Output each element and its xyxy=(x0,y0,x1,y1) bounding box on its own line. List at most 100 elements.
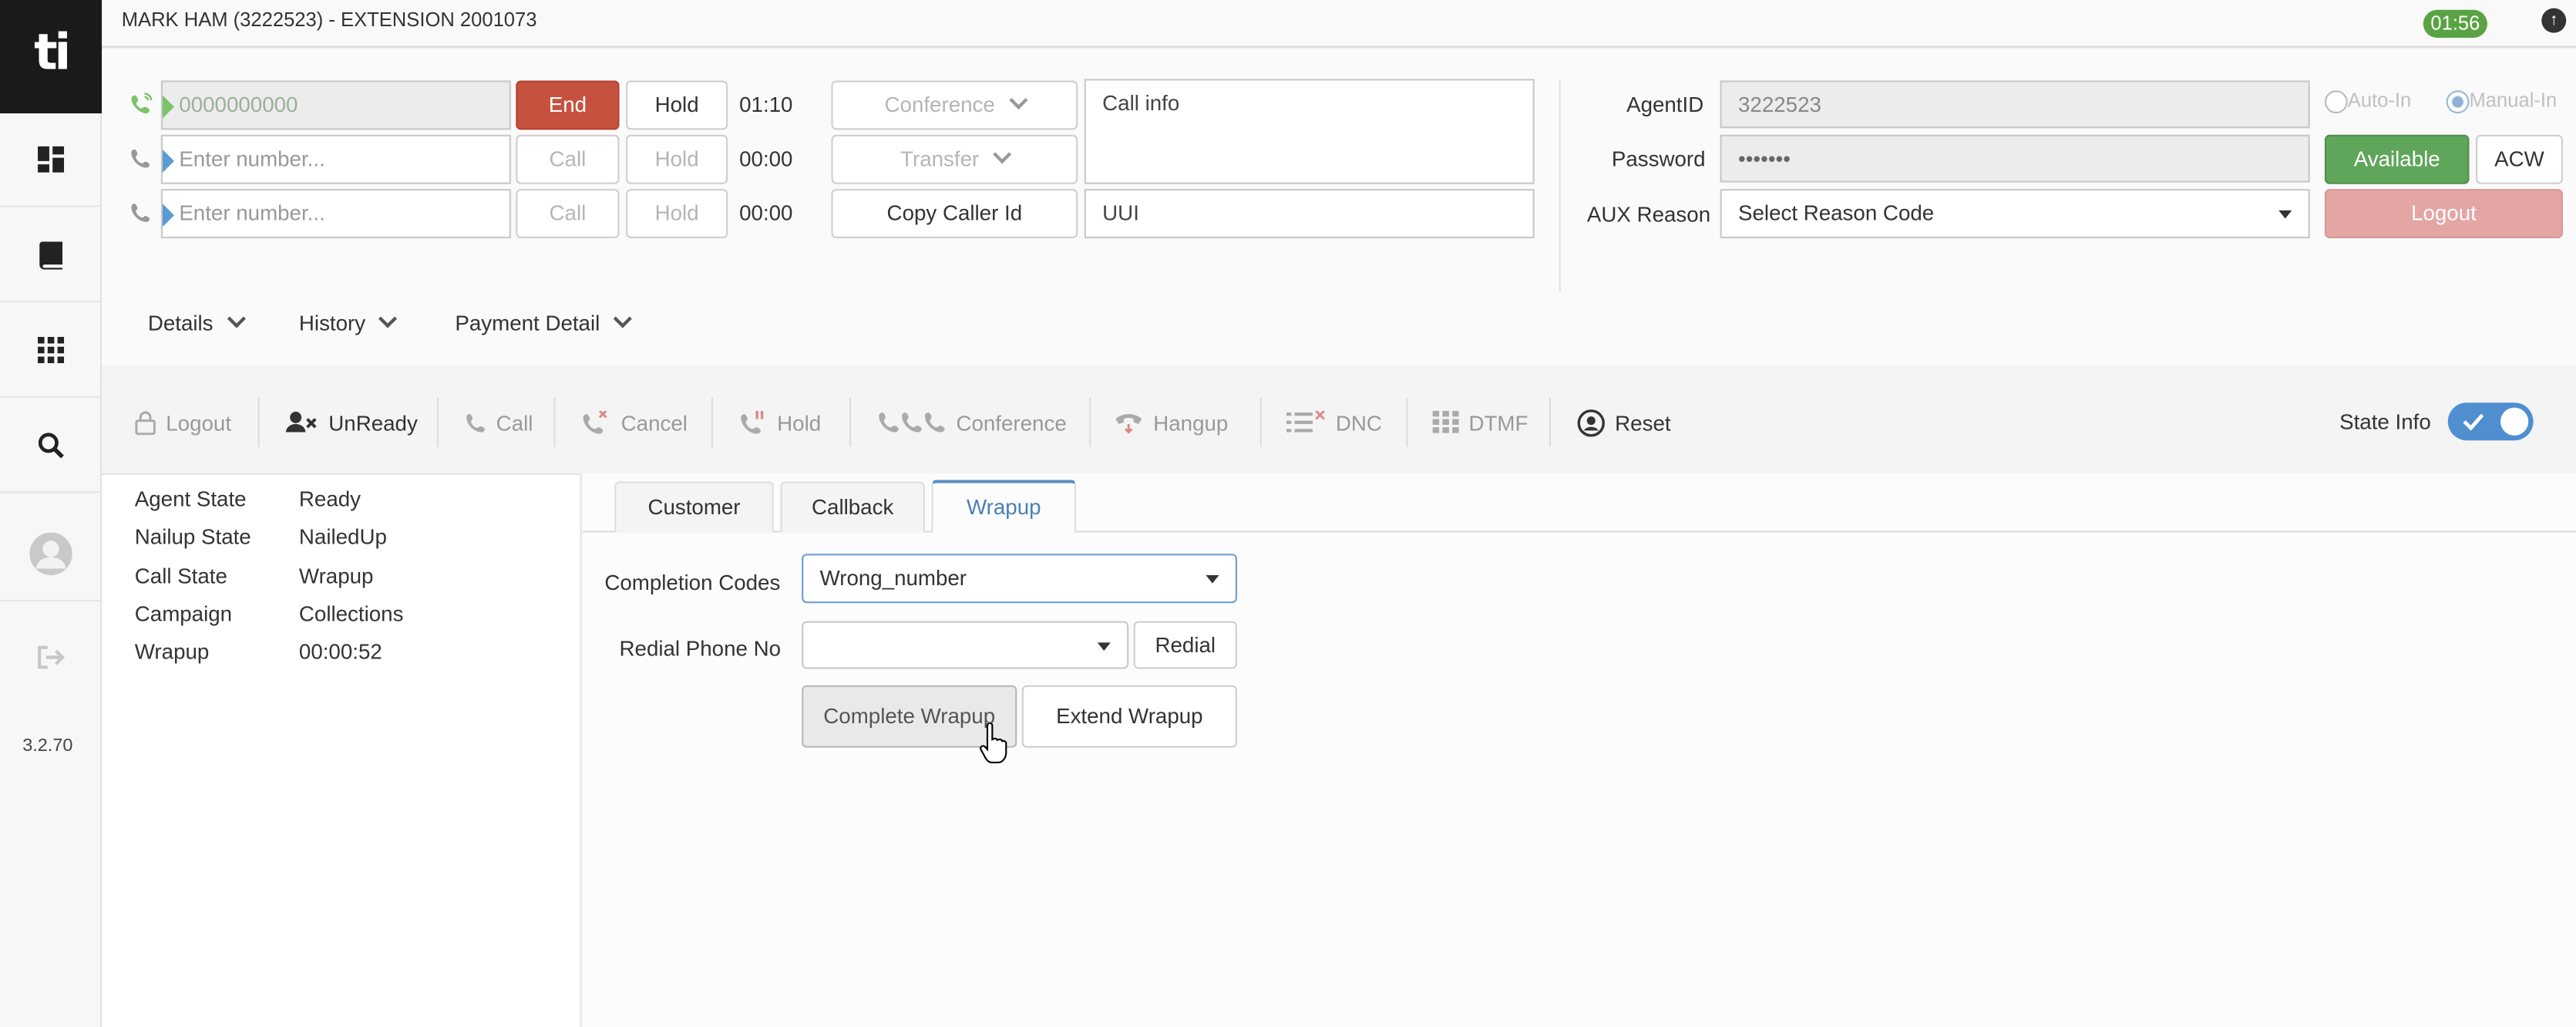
radio-icon xyxy=(2324,89,2348,113)
completion-codes-value: Wrong_number xyxy=(819,565,967,591)
search-icon xyxy=(38,433,64,459)
history-section-toggle[interactable]: History xyxy=(298,309,399,335)
state-info-toggle[interactable] xyxy=(2447,402,2534,441)
toolbar-logout-button[interactable]: Logout xyxy=(135,395,231,450)
line-3-call-button[interactable]: Call xyxy=(516,189,620,239)
aux-reason-value: Select Reason Code xyxy=(1738,200,1935,226)
nav-signout[interactable] xyxy=(0,610,102,703)
conference-dropdown-button[interactable]: Conference xyxy=(831,80,1078,130)
toolbar-cancel-button[interactable]: Cancel xyxy=(582,395,688,450)
nav-profile[interactable] xyxy=(0,508,103,602)
toolbar-divider xyxy=(711,397,714,447)
tab-customer[interactable]: Customer xyxy=(614,481,774,533)
nav-search[interactable] xyxy=(0,399,103,493)
toolbar-divider xyxy=(1259,397,1262,447)
auto-in-label: Auto-In xyxy=(2347,89,2412,112)
state-key-wrapup: Wrapup xyxy=(134,639,210,665)
toolbar-hangup-button[interactable]: Hangup xyxy=(1114,395,1228,450)
line-1-number-input[interactable]: 0000000000 xyxy=(160,80,511,130)
nav-apps[interactable] xyxy=(0,304,103,398)
tab-wrapup[interactable]: Wrapup xyxy=(931,480,1077,533)
line-2-indicator xyxy=(163,149,174,173)
user-remove-icon xyxy=(285,411,317,433)
hand-cursor-icon xyxy=(980,722,1007,764)
tab-callback[interactable]: Callback xyxy=(780,481,925,533)
manual-in-label: Manual-In xyxy=(2469,89,2558,112)
password-field: ••••••• xyxy=(1720,134,2310,183)
available-button[interactable]: Available xyxy=(2324,134,2470,184)
uui-input[interactable]: UUI xyxy=(1084,189,1535,239)
chevron-down-icon xyxy=(227,309,246,328)
call-info-textarea[interactable]: Call info xyxy=(1084,79,1535,184)
toolbar-divider xyxy=(1406,397,1408,447)
state-value-wrapup: 00:00:52 xyxy=(298,639,382,665)
toolbar-conference-label: Conference xyxy=(956,409,1067,435)
user-avatar-icon xyxy=(29,532,72,575)
toolbar-reset-button[interactable]: Reset xyxy=(1577,395,1671,450)
toolbar-conference-button[interactable]: Conference xyxy=(877,395,1067,450)
agent-state-panel xyxy=(102,473,582,1027)
toolbar-call-label: Call xyxy=(496,409,533,435)
state-key-campaign: Campaign xyxy=(134,601,233,627)
toolbar-divider xyxy=(553,397,556,447)
redial-phone-select[interactable] xyxy=(802,621,1129,669)
phone-cancel-icon xyxy=(583,410,607,434)
completion-codes-select[interactable]: Wrong_number xyxy=(802,554,1237,604)
end-call-button[interactable]: End xyxy=(516,80,620,130)
toolbar-unready-button[interactable]: UnReady xyxy=(285,395,418,450)
phone-hold-icon xyxy=(741,410,764,434)
line-2-timer: 00:00 xyxy=(739,146,793,171)
state-key-agent-state: Agent State xyxy=(134,486,247,511)
uui-placeholder: UUI xyxy=(1102,200,1139,226)
check-icon xyxy=(2463,413,2484,431)
line-2-hold-button[interactable]: Hold xyxy=(626,134,728,184)
agent-logout-button[interactable]: Logout xyxy=(2324,189,2563,239)
state-value-nailup-state: NailedUp xyxy=(298,524,387,549)
nav-book[interactable] xyxy=(0,209,103,303)
transfer-label: Transfer xyxy=(900,146,980,171)
aux-reason-select[interactable]: Select Reason Code xyxy=(1720,189,2310,239)
extend-wrapup-button[interactable]: Extend Wrapup xyxy=(1021,685,1237,748)
dropdown-arrow-icon xyxy=(1206,574,1219,584)
line-2-call-button[interactable]: Call xyxy=(516,134,620,184)
chevron-down-icon xyxy=(992,145,1012,164)
line-2-number-input[interactable]: Enter number... xyxy=(160,134,511,184)
toolbar-dnc-button[interactable]: DNC xyxy=(1286,395,1382,450)
state-key-call-state: Call State xyxy=(134,564,227,589)
phone-ringing-icon xyxy=(131,93,153,114)
sign-out-icon xyxy=(38,645,66,668)
app-logo: ti xyxy=(0,0,103,114)
line-1-hold-button[interactable]: Hold xyxy=(626,80,728,130)
toolbar-call-button[interactable]: Call xyxy=(465,395,533,450)
history-label: History xyxy=(298,310,366,335)
line-3-hold-button[interactable]: Hold xyxy=(626,189,728,239)
toolbar-reset-label: Reset xyxy=(1615,409,1671,435)
redial-phone-label: Redial Phone No xyxy=(619,635,782,661)
phone-icon xyxy=(466,412,485,432)
arrow-up-icon[interactable]: ↑ xyxy=(2541,8,2567,33)
details-label: Details xyxy=(147,310,214,335)
phone-icon xyxy=(131,149,150,168)
manual-in-radio[interactable]: Manual-In xyxy=(2446,89,2558,113)
auto-in-radio[interactable]: Auto-In xyxy=(2324,89,2412,113)
nav-dashboard[interactable] xyxy=(0,113,103,207)
line-3-placeholder: Enter number... xyxy=(179,200,325,226)
toolbar-dtmf-button[interactable]: DTMF xyxy=(1432,395,1528,450)
toolbar-dnc-label: DNC xyxy=(1335,409,1382,435)
chevron-down-icon xyxy=(614,309,633,328)
line-3-number-input[interactable]: Enter number... xyxy=(160,189,511,239)
toolbar-hangup-label: Hangup xyxy=(1153,409,1229,435)
transfer-dropdown-button[interactable]: Transfer xyxy=(831,134,1078,184)
acw-button[interactable]: ACW xyxy=(2476,134,2563,184)
toolbar-hold-button[interactable]: Hold xyxy=(739,395,821,450)
state-info-label: State Info xyxy=(2339,409,2431,434)
copy-caller-id-button[interactable]: Copy Caller Id xyxy=(831,189,1078,239)
toolbar-divider xyxy=(1089,397,1091,447)
details-section-toggle[interactable]: Details xyxy=(147,309,246,335)
toolbar-divider xyxy=(849,397,852,447)
conference-phones-icon xyxy=(879,412,945,433)
payment-detail-section-toggle[interactable]: Payment Detail xyxy=(455,309,633,335)
toolbar-dtmf-label: DTMF xyxy=(1468,409,1528,435)
book-icon xyxy=(39,241,62,269)
redial-button[interactable]: Redial xyxy=(1133,621,1237,669)
